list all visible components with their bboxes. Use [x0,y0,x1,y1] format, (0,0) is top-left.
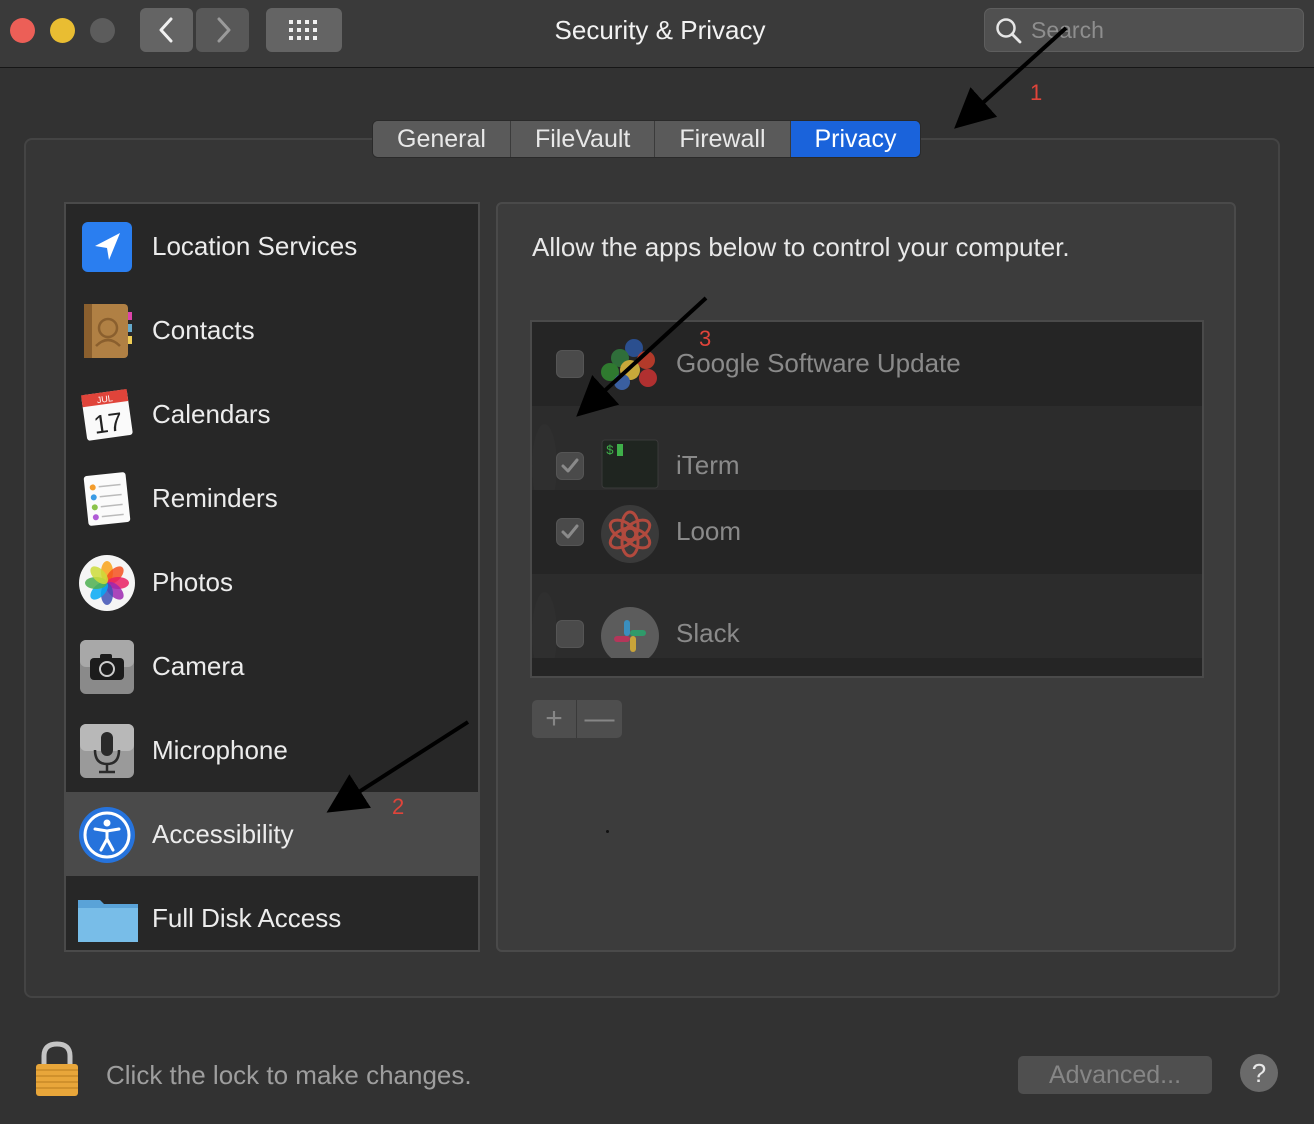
folder-icon [78,890,138,948]
calendar-day: 17 [92,406,125,440]
list-item[interactable]: Loom [532,490,1202,574]
sidebar-item-reminders[interactable]: Reminders [66,456,478,540]
microphone-icon [78,722,136,780]
sidebar-item-calendars[interactable]: JUL 17 Calendars [66,372,478,456]
stray-dot [606,830,609,833]
app-name: Loom [676,516,742,546]
lock-icon[interactable] [34,1040,80,1098]
sidebar-item-microphone[interactable]: Microphone [66,708,478,792]
title-bar: Security & Privacy [0,0,1314,68]
tab-bar: General FileVault Firewall Privacy [372,120,922,158]
sidebar-item-label: Location Services [152,230,358,261]
app-name: Slack [676,618,740,648]
app-name: Google Software Update [676,348,961,378]
list-item[interactable]: Google Software Update [532,322,1202,406]
lock-message: Click the lock to make changes. [106,1060,472,1090]
google-software-update-icon [600,336,660,396]
advanced-button[interactable]: Advanced... [1018,1056,1212,1094]
sidebar-item-label: Photos [152,566,233,597]
app-checkbox[interactable] [556,518,584,546]
app-name: iTerm [676,450,740,480]
annotation-number-2: 2 [392,794,405,819]
grid-icon [289,20,317,40]
forward-button[interactable] [196,8,249,52]
chevron-left-icon [159,17,172,43]
annotation-number-1: 1 [1030,80,1043,105]
search-field[interactable] [984,8,1304,52]
app-checkbox[interactable] [556,350,584,378]
tab-filevault[interactable]: FileVault [510,121,656,157]
loom-icon [600,504,660,564]
app-checkbox[interactable] [556,620,584,648]
camera-icon [78,638,136,696]
app-checkbox[interactable] [556,452,584,480]
remove-app-button[interactable]: — [577,700,622,738]
calendar-icon: JUL 17 [78,386,136,444]
checkmark-icon [561,524,579,539]
window-title: Security & Privacy [554,15,766,45]
checkmark-icon [561,458,579,473]
sidebar-item-label: Reminders [152,482,278,513]
sidebar-item-label: Full Disk Access [152,902,342,933]
add-remove-control: + — [532,700,622,738]
iterm-icon: $ [600,438,660,498]
list-item [532,658,1202,676]
minimize-window-button[interactable] [50,18,75,43]
sidebar-item-full-disk-access[interactable]: Full Disk Access [66,876,478,950]
accessibility-icon [78,806,136,864]
contacts-book-icon [78,302,136,360]
sidebar-item-accessibility[interactable]: Accessibility [66,792,478,876]
tab-firewall[interactable]: Firewall [655,121,791,157]
sidebar-item-photos[interactable]: Photos [66,540,478,624]
sidebar-item-label: Microphone [152,734,288,765]
search-icon [996,18,1022,44]
sidebar-item-label: Accessibility [152,818,294,849]
iterm-prompt-glyph: $ [606,443,614,458]
privacy-category-list: Location Services Contacts JUL 17 Calenda… [64,202,480,952]
close-window-button[interactable] [10,18,35,43]
location-arrow-icon [78,218,136,276]
tab-general[interactable]: General [373,121,511,157]
photos-flower-icon [78,554,136,612]
sidebar-item-location-services[interactable]: Location Services [66,204,478,288]
sidebar-item-camera[interactable]: Camera [66,624,478,708]
show-all-button[interactable] [266,8,342,52]
sidebar-item-contacts[interactable]: Contacts [66,288,478,372]
app-list: Google Software Update $ iTerm Loom Slac… [530,320,1204,678]
sidebar-item-label: Contacts [152,314,255,345]
search-input[interactable] [1031,15,1291,45]
annotation-number-3: 3 [699,326,712,351]
slack-icon [600,606,660,666]
back-button[interactable] [140,8,193,52]
zoom-window-button[interactable] [90,18,115,43]
help-button[interactable]: ? [1240,1054,1278,1092]
sidebar-item-label: Camera [152,650,245,681]
panel-description: Allow the apps below to control your com… [532,232,1070,262]
tab-privacy[interactable]: Privacy [790,121,921,157]
accessibility-panel: Allow the apps below to control your com… [496,202,1236,952]
sidebar-item-label: Calendars [152,398,271,429]
chevron-right-icon [217,17,230,43]
reminders-icon [78,470,136,528]
add-app-button[interactable]: + [532,700,577,738]
